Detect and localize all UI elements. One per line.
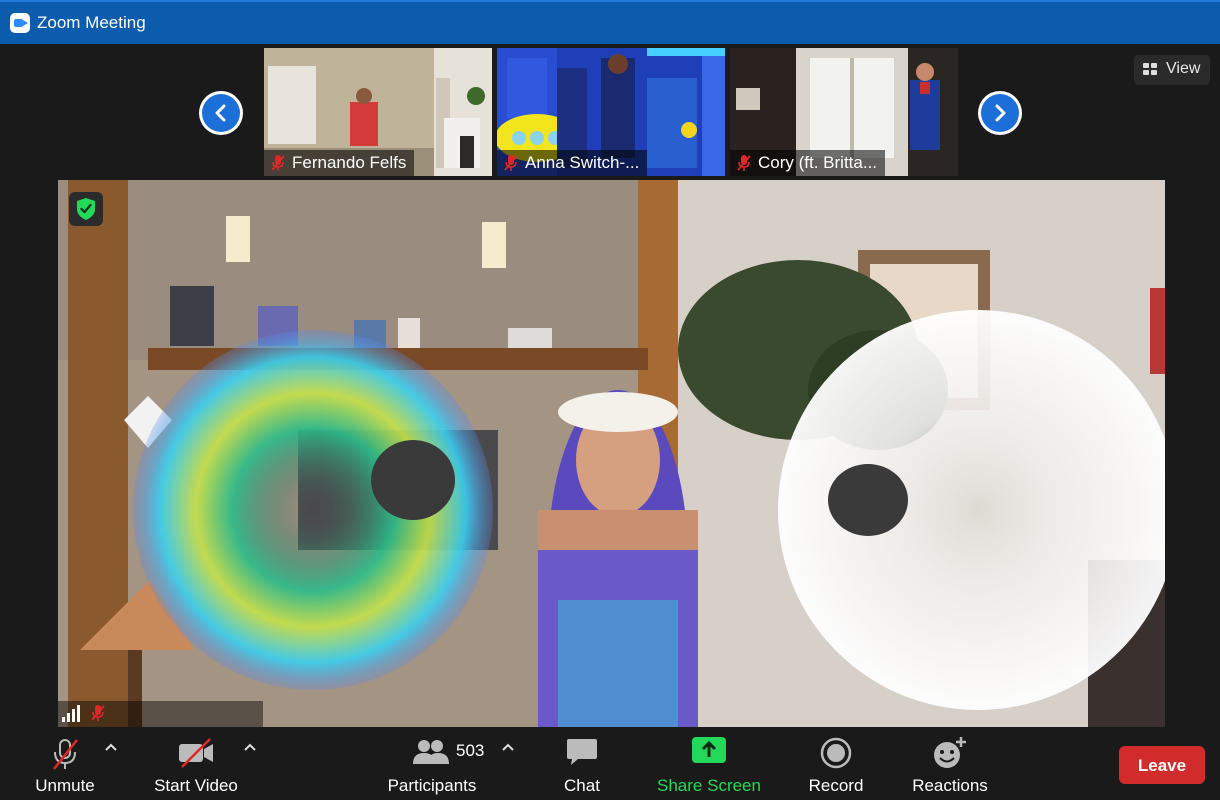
leave-meeting-button[interactable]: Leave xyxy=(1119,746,1205,784)
speaker-video-frame xyxy=(58,180,1165,727)
participant-name-tag: Anna Switch-... xyxy=(497,150,648,176)
participants-icon xyxy=(413,740,449,764)
record-icon xyxy=(820,737,852,769)
share-screen-button[interactable]: Share Screen xyxy=(652,728,766,800)
window-title: Zoom Meeting xyxy=(37,13,146,32)
participant-name: Fernando Felfs xyxy=(292,153,407,172)
view-button[interactable]: View xyxy=(1134,55,1210,85)
shield-icon xyxy=(77,198,95,220)
muted-mic-icon xyxy=(271,155,285,171)
video-options-caret-icon[interactable] xyxy=(243,742,257,752)
reactions-label: Reactions xyxy=(912,776,988,795)
participant-count: 503 xyxy=(456,741,485,760)
start-video-label: Start Video xyxy=(154,776,238,795)
participant-name: Anna Switch-... xyxy=(525,153,640,172)
unmute-label: Unmute xyxy=(35,776,95,795)
start-video-button[interactable]: Start Video xyxy=(146,728,246,800)
share-screen-icon xyxy=(692,737,726,763)
add-reaction-icon xyxy=(934,737,966,768)
participants-label: Participants xyxy=(387,776,477,795)
unmute-button[interactable]: Unmute xyxy=(18,728,112,800)
speaker-status-bar xyxy=(58,701,263,727)
participant-thumbnail[interactable]: Cory (ft. Britta... xyxy=(730,48,958,176)
speaker-muted-mic-icon xyxy=(91,705,105,721)
chevron-right-icon xyxy=(995,104,1006,122)
share-screen-label: Share Screen xyxy=(657,776,761,795)
participant-thumbnail[interactable]: Anna Switch-... xyxy=(497,48,725,176)
muted-mic-icon xyxy=(53,739,78,770)
view-button-label: View xyxy=(1166,60,1201,77)
encryption-shield-icon[interactable] xyxy=(69,192,103,226)
audio-options-caret-icon[interactable] xyxy=(104,742,118,752)
chat-button[interactable]: Chat xyxy=(546,728,618,800)
reactions-button[interactable]: Reactions xyxy=(904,728,996,800)
participant-name: Cory (ft. Britta... xyxy=(758,153,878,172)
zoom-logo-icon xyxy=(10,13,30,33)
active-speaker-video xyxy=(58,180,1165,727)
chat-icon xyxy=(567,739,597,765)
previous-page-button[interactable] xyxy=(199,91,243,135)
chevron-left-icon xyxy=(215,104,226,122)
signal-strength-icon xyxy=(62,705,105,722)
meeting-toolbar: Unmute Start Video 503 Participants Chat xyxy=(0,728,1220,800)
muted-mic-icon xyxy=(737,155,751,171)
record-label: Record xyxy=(808,776,864,795)
participants-button[interactable]: 503 Participants xyxy=(380,728,484,800)
record-button[interactable]: Record xyxy=(800,728,872,800)
chat-label: Chat xyxy=(564,776,600,795)
video-off-icon xyxy=(179,738,213,768)
participants-options-caret-icon[interactable] xyxy=(501,742,515,752)
participant-name-tag: Fernando Felfs xyxy=(264,150,415,176)
next-page-button[interactable] xyxy=(978,91,1022,135)
participant-name-tag: Cory (ft. Britta... xyxy=(730,150,886,176)
participant-thumbnail[interactable]: Fernando Felfs xyxy=(264,48,492,176)
window-title-bar: Zoom Meeting xyxy=(0,0,1220,44)
muted-mic-icon xyxy=(504,155,518,171)
grid-icon xyxy=(1143,63,1159,77)
